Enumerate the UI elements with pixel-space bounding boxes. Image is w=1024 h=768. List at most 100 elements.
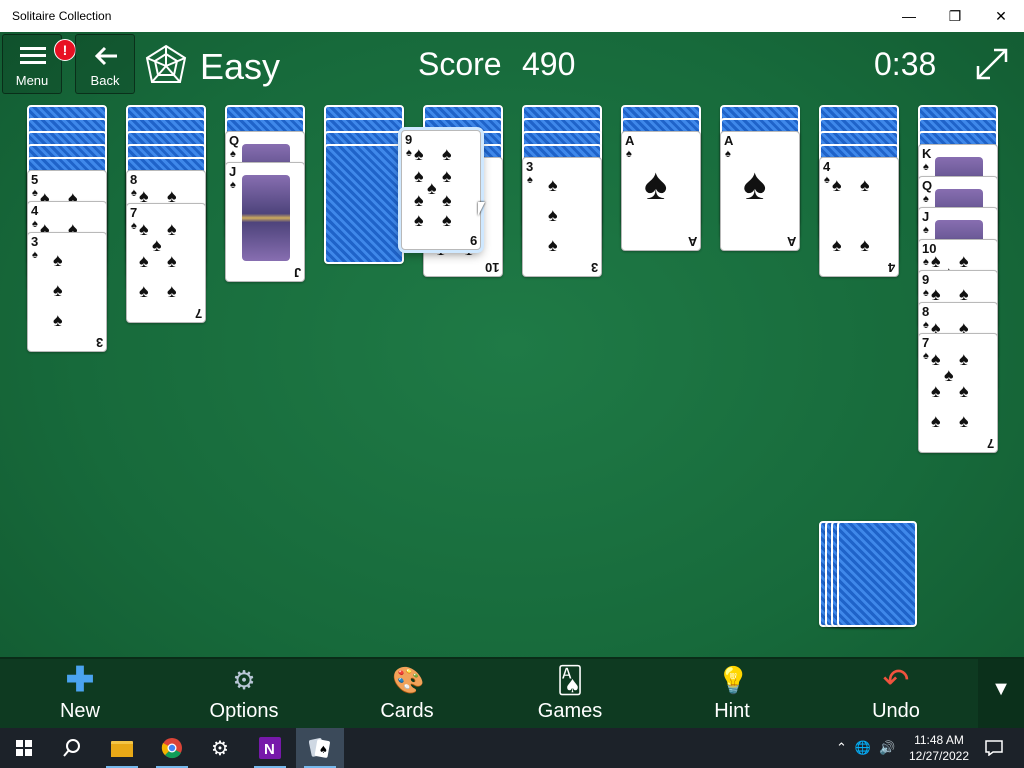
spade-icon: ♠ [923,224,929,236]
speaker-icon[interactable]: 🔊 [879,740,895,756]
card-rank: K [922,146,932,161]
chevron-down-icon: ▼ [991,678,1011,700]
spade-icon: ♠ [167,251,177,271]
card-rank-inverted: 3 [95,335,103,350]
bottom-toolbar: ✚ New ⚙ Options 🎨 Cards 🂡 Games 💡 Hint ↶… [0,657,1024,730]
dragged-card[interactable]: 9 ♠ ♠ ♠ ♠ ♠ ♠ ♠ ♠ ♠ ♠ 9 [401,130,481,250]
card-rank: A [625,133,635,148]
close-button[interactable]: ✕ [978,0,1024,32]
options-button[interactable]: ⚙ Options [184,659,304,730]
spade-icon: ♠ [832,235,842,255]
card-rank: 7 [922,335,930,350]
playing-card[interactable]: 3 ♠ ♠ ♠ ♠ 3 [27,232,107,352]
globe-icon[interactable]: 🌐 [855,740,871,756]
onenote-button[interactable]: N [246,728,294,768]
gear-icon: ⚙ [232,665,256,695]
start-button[interactable] [0,728,48,768]
spade-icon: ♠ [32,187,38,199]
card-rank-inverted: 7 [986,436,994,451]
spade-icon: ♠ [944,365,954,385]
hint-label: Hint [714,700,750,722]
cards-button[interactable]: 🎨 Cards [347,659,467,730]
spade-icon: ♠ [931,411,941,431]
spade-icon: ♠ [32,249,38,261]
spade-icon: ♠ [824,174,830,186]
spade-icon: ♠ [743,160,767,209]
spade-icon: ♠ [923,350,929,362]
plus-icon: ✚ [65,661,95,699]
new-game-button[interactable]: ✚ New [20,659,140,730]
playing-card[interactable]: 7 ♠ ♠ ♠ ♠ ♠ ♠ ♠ ♠ 7 [126,203,206,323]
restore-button[interactable]: ❐ [932,0,978,32]
taskbar-clock[interactable]: 11:48 AM 12/27/2022 [904,732,974,764]
spade-icon: ♠ [152,235,162,255]
card-rank: 8 [922,303,930,319]
playing-card[interactable]: A ♠ ♠ A [621,131,701,251]
stock-pile[interactable] [837,521,917,627]
hint-button[interactable]: 💡 Hint [672,659,792,730]
spade-icon: ♠ [139,219,149,239]
card-rank: Q [922,177,933,193]
spade-icon: ♠ [442,190,452,210]
spade-icon: ♠ [923,287,929,299]
spade-icon: ♠ [548,235,558,255]
card-rank: 3 [31,234,39,249]
minimize-button[interactable]: — [886,0,932,32]
card-rank: A [724,133,734,148]
playing-card[interactable]: 3 ♠ ♠ ♠ ♠ 3 [522,157,602,277]
card-rank: 7 [130,205,138,220]
spade-icon: ♠ [167,281,177,301]
card-rank: 4 [823,159,831,174]
tableau: 5♠♠♠♠♠♠54♠♠♠♠♠43♠♠♠♠38♠♠♠♠♠♠♠♠♠87♠♠♠♠♠♠♠… [0,32,1024,657]
solitaire-taskbar-button[interactable]: ♠ [296,728,344,768]
card-back [324,144,404,264]
spade-icon: ♠ [959,284,969,304]
notifications-button[interactable] [970,728,1018,768]
undo-button[interactable]: ↶ Undo [836,659,956,730]
onenote-icon: N [259,737,281,759]
chevron-up-icon[interactable]: ⌃ [836,740,847,756]
spade-icon: ♠ [860,175,870,195]
playing-card[interactable]: 7 ♠ ♠ ♠ ♠ ♠ ♠ ♠ ♠ 7 [918,333,998,453]
expand-toolbar-button[interactable]: ▼ [978,659,1024,730]
windows-taskbar: ⚙ N ♠ ⌃ 🌐 🔊 11:48 AM 12/27/2022 [0,728,1024,768]
spade-icon: ♠ [931,250,941,271]
playing-card[interactable]: J♠J [225,162,305,282]
spade-icon: ♠ [131,220,137,232]
cards-label: Cards [380,700,434,722]
window-title: Solitaire Collection [12,9,112,23]
playing-card[interactable]: A ♠ ♠ A [720,131,800,251]
spade-icon: ♠ [548,175,558,195]
spade-icon: ♠ [53,250,63,270]
spade-icon: ♠ [167,219,177,239]
spade-icon: ♠ [548,205,558,225]
settings-button[interactable]: ⚙ [196,728,244,768]
search-button[interactable] [48,728,96,768]
card-rank: Q [229,133,240,148]
games-button[interactable]: 🂡 Games [510,659,630,730]
spade-icon: ♠ [923,192,929,205]
card-rank-inverted: J [293,265,301,280]
card-rank: 9 [405,132,413,147]
card-rank-inverted: A [687,234,697,249]
file-explorer-button[interactable] [98,728,146,768]
folder-icon [111,741,133,757]
spade-icon: ♠ [860,235,870,255]
window-titlebar: Solitaire Collection — ❐ ✕ [0,0,1024,32]
spade-icon: ♠ [53,280,63,300]
spade-icon: ♠ [644,160,668,209]
card-rank: J [229,164,237,179]
svg-text:N: N [264,741,275,758]
spade-icon: ♠ [139,281,149,301]
card-rank-inverted: 10 [484,260,499,275]
spade-icon: ♠ [139,251,149,271]
spade-icon: ♠ [53,310,63,330]
chrome-button[interactable] [148,728,196,768]
playing-card[interactable]: 4♠♠♠♠♠4 [819,157,899,277]
card-rank-inverted: A [786,234,796,249]
game-area: Menu ! Back Easy Score 490 0:38 5♠♠♠♠♠♠5… [0,32,1024,730]
spade-icon: ♠ [923,161,929,173]
gear-icon: ⚙ [211,737,229,760]
spade-icon: ♠ [832,175,842,195]
card-rank: 3 [526,159,534,174]
